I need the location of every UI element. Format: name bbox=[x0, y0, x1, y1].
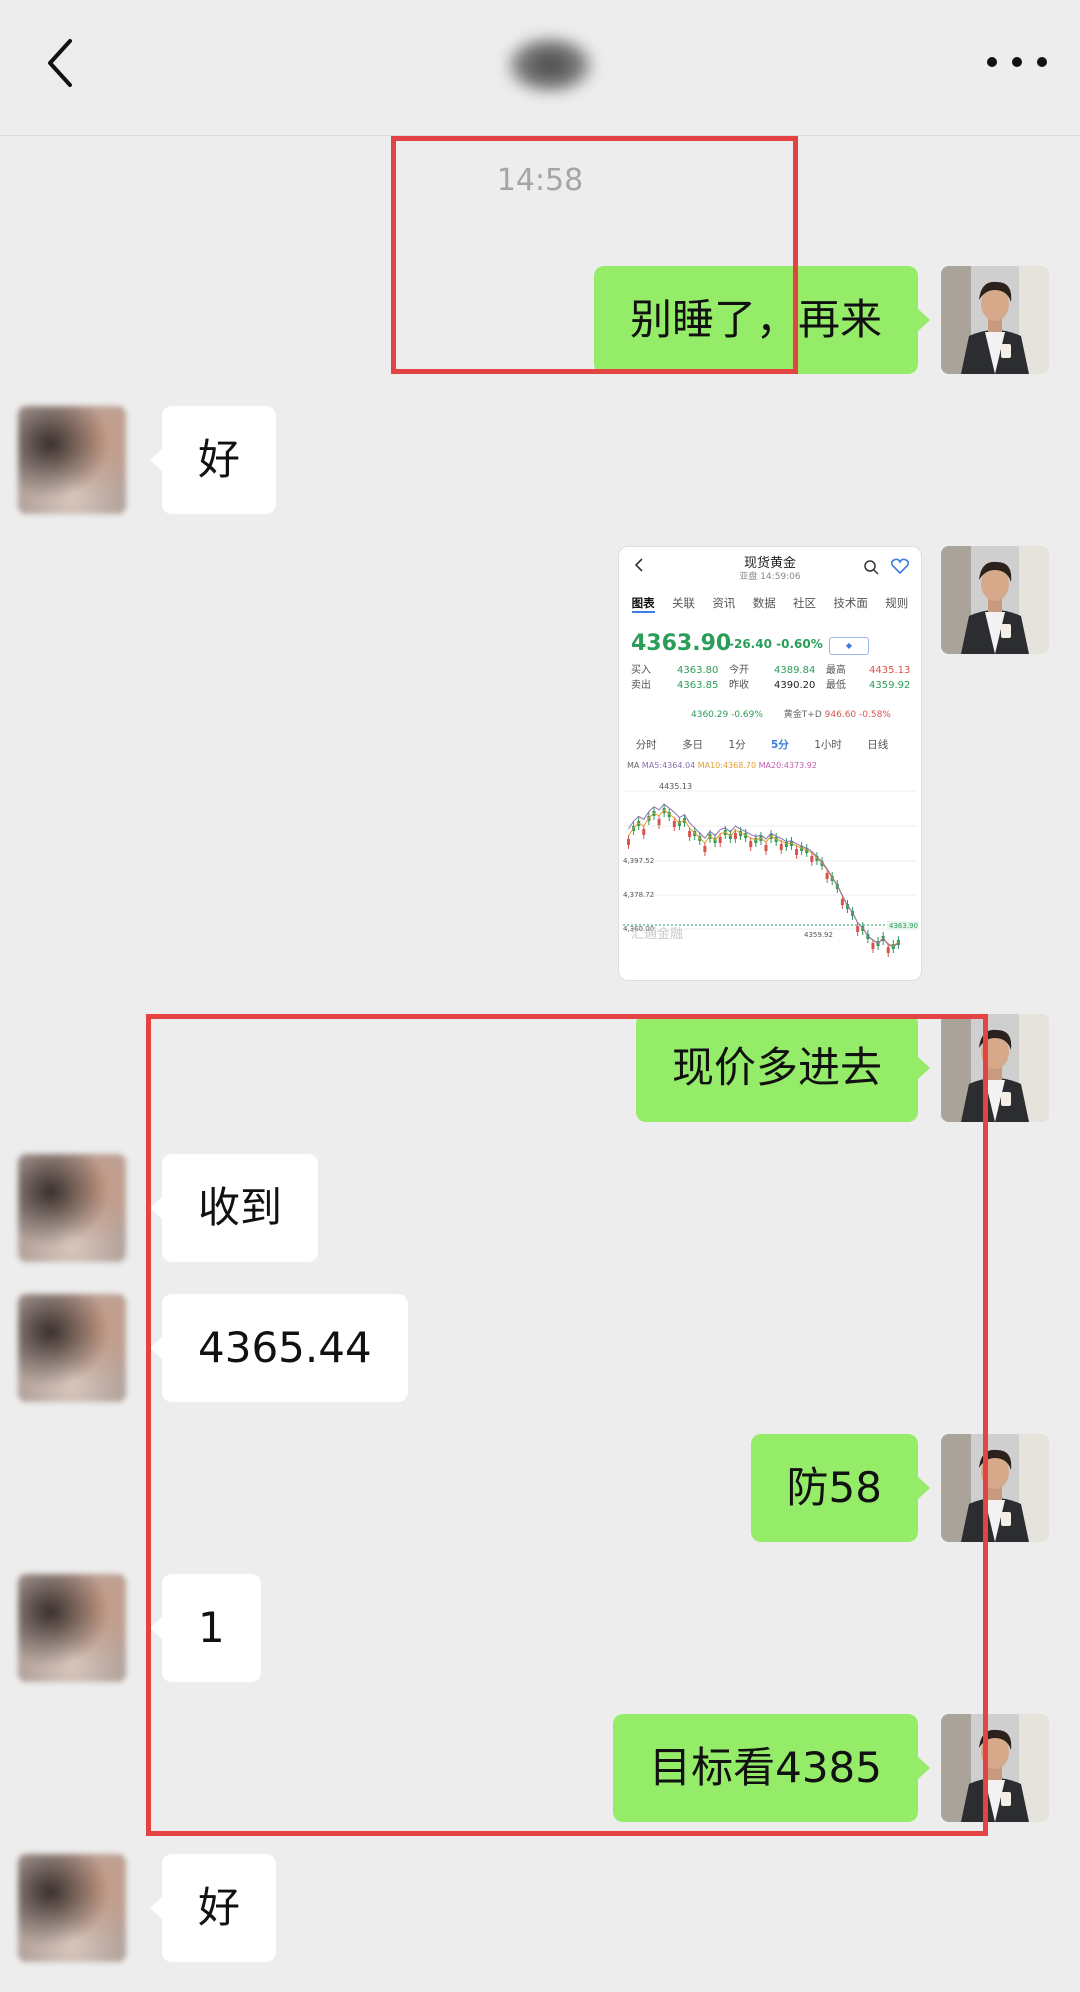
screenshot-tab: 资讯 bbox=[712, 596, 736, 610]
message-timestamp: 14:58 bbox=[496, 163, 584, 198]
my-avatar[interactable] bbox=[941, 546, 1049, 654]
chat-title-blurred bbox=[505, 35, 595, 95]
message-bubble-received[interactable]: 4365.44 bbox=[150, 1294, 408, 1402]
my-avatar[interactable] bbox=[941, 266, 1049, 374]
axis-label: 4435.13 bbox=[659, 782, 692, 791]
quote-labels-col2: 今开 昨收 bbox=[729, 665, 749, 691]
candlestick-chart: 4435.13 4,397.52 4,378.72 4,360.00 4359.… bbox=[623, 782, 919, 957]
candle-body bbox=[733, 833, 737, 839]
candle-body bbox=[886, 947, 890, 953]
quote-values-col1: 4363.80 4363.85 bbox=[677, 665, 719, 691]
candle-body bbox=[825, 873, 829, 879]
candle-body bbox=[718, 837, 722, 843]
screenshot-tab: 技术面 bbox=[833, 596, 868, 610]
candle-body bbox=[810, 856, 814, 862]
candle-body bbox=[749, 841, 753, 847]
quote-labels-col3: 最高 最低 bbox=[826, 665, 846, 691]
message-bubble-received[interactable]: 收到 bbox=[149, 1154, 319, 1262]
axis-label: 4,397.52 bbox=[623, 857, 654, 865]
contact-avatar[interactable] bbox=[18, 1854, 126, 1962]
message-bubble-received[interactable]: 1 bbox=[150, 1574, 261, 1682]
candle-body bbox=[764, 845, 768, 851]
image-message-trading-screenshot[interactable]: 现货黄金 亚盘 14:59:06 图表 关联 资讯 数据 社区 技术面 规则 4… bbox=[618, 546, 922, 981]
candle-body bbox=[672, 821, 676, 827]
message-bubble-received[interactable]: 好 bbox=[149, 1854, 277, 1962]
message-bubble-received[interactable]: 好 bbox=[149, 406, 277, 514]
candle-body bbox=[795, 849, 799, 855]
chart-period-tabs: 分时 多日 1分 5分 1小时 日线 bbox=[635, 739, 889, 751]
screenshot-tab: 关联 bbox=[672, 596, 696, 610]
candle-body bbox=[627, 839, 630, 845]
candle-body bbox=[779, 844, 783, 850]
contact-avatar[interactable] bbox=[18, 1574, 126, 1682]
message-bubble-sent[interactable]: 防58 bbox=[750, 1434, 931, 1542]
screenshot-change: -26.40 -0.60% bbox=[729, 637, 823, 651]
my-avatar[interactable] bbox=[941, 1434, 1049, 1542]
screenshot-tab: 社区 bbox=[793, 596, 817, 610]
quote-labels-col1: 买入 卖出 bbox=[631, 665, 651, 691]
contact-avatar[interactable] bbox=[18, 1154, 126, 1262]
watermark: 汇通金融 bbox=[631, 926, 683, 942]
screenshot-tab: 数据 bbox=[752, 596, 776, 610]
contact-avatar[interactable] bbox=[18, 406, 126, 514]
screenshot-tab: 图表 bbox=[631, 595, 655, 613]
candle-body bbox=[703, 846, 707, 852]
axis-label: 4,378.72 bbox=[623, 891, 654, 899]
screenshot-heart-icon bbox=[891, 558, 909, 574]
candle-body bbox=[856, 926, 860, 932]
contact-avatar[interactable] bbox=[18, 1294, 126, 1402]
candle-body bbox=[657, 819, 661, 825]
screenshot-search-icon bbox=[864, 560, 879, 575]
related-quotes: 4360.29 -0.69% 黄金T+D 946.60 -0.58% bbox=[691, 710, 891, 720]
quote-values-col3: 4435.13 4359.92 bbox=[869, 665, 911, 691]
message-bubble-sent[interactable]: 目标看4385 bbox=[613, 1714, 930, 1822]
candle-body bbox=[840, 899, 844, 905]
my-avatar[interactable] bbox=[941, 1714, 1049, 1822]
candle-body bbox=[688, 831, 692, 837]
last-price-tag: 4363.90 bbox=[889, 922, 918, 930]
screenshot-tabs: 图表 关联 资讯 数据 社区 技术面 规则 bbox=[619, 595, 921, 613]
back-arrow-icon[interactable] bbox=[40, 33, 90, 93]
message-bubble-sent[interactable]: 别睡了，再来 bbox=[593, 266, 931, 374]
message-bubble-sent[interactable]: 现价多进去 bbox=[635, 1014, 931, 1122]
highlight-box bbox=[146, 1014, 988, 1836]
candle-body bbox=[871, 943, 875, 949]
my-avatar[interactable] bbox=[941, 1014, 1049, 1122]
quote-values-col2: 4389.84 4390.20 bbox=[774, 665, 816, 691]
low-tag: 4359.92 bbox=[804, 931, 833, 939]
candle-body bbox=[642, 829, 646, 835]
screenshot-price: 4363.90 bbox=[631, 631, 732, 656]
chat-header bbox=[0, 0, 1080, 136]
screenshot-tab: 规则 bbox=[885, 596, 909, 610]
screenshot-badge: ◆ bbox=[829, 637, 869, 655]
more-options-icon[interactable] bbox=[982, 42, 1052, 82]
ma-legend: MA MA5:4364.04 MA10:4368.70 MA20:4373.92 bbox=[627, 761, 817, 770]
